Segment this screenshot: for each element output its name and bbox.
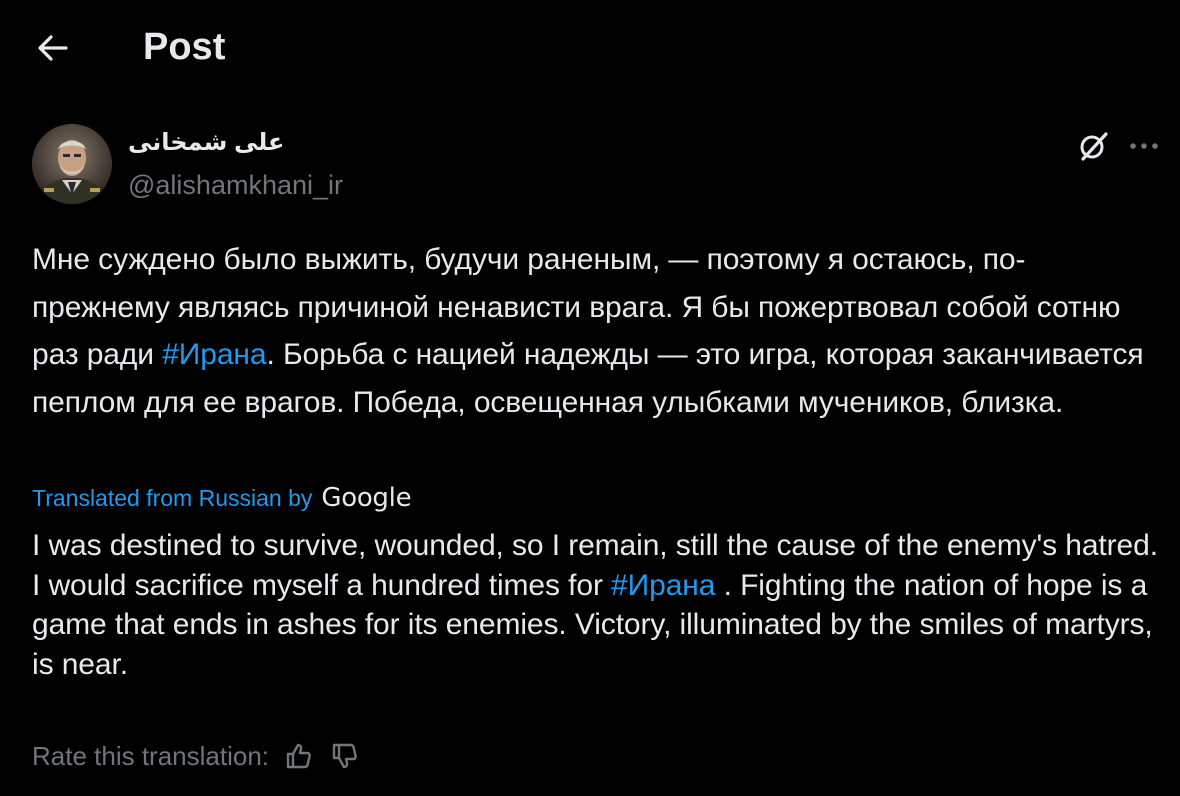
post-text-translated: I was destined to survive, wounded, so I… xyxy=(32,526,1162,684)
more-button[interactable] xyxy=(1122,124,1166,168)
grok-icon xyxy=(1080,132,1108,161)
header: Post xyxy=(0,0,1180,96)
arrow-left-icon xyxy=(38,35,68,61)
post-author: علی شمخانی @alishamkhani_ir xyxy=(32,124,1162,208)
post-page: Post علی شمخانی @alishamkhani_ir Мне суж… xyxy=(0,0,1180,796)
thumbs-up-button[interactable] xyxy=(281,739,315,773)
rate-translation: Rate this translation: xyxy=(32,736,361,776)
rate-translation-label: Rate this translation: xyxy=(32,740,270,771)
google-logo: Google xyxy=(321,483,412,513)
hashtag-link[interactable]: #Ирана xyxy=(162,338,266,371)
grok-button[interactable] xyxy=(1074,124,1114,168)
more-horizontal-icon xyxy=(1130,143,1158,149)
avatar-image xyxy=(32,124,112,204)
user-handle[interactable]: @alishamkhani_ir xyxy=(128,168,343,202)
thumbs-down-icon xyxy=(332,743,357,769)
page-title: Post xyxy=(143,26,226,68)
avatar[interactable] xyxy=(32,124,112,204)
display-name[interactable]: علی شمخانی xyxy=(128,128,284,158)
translated-from-label[interactable]: Translated from Russian by xyxy=(32,485,312,512)
translation-attribution: Translated from Russian by Google xyxy=(32,481,412,515)
back-button[interactable] xyxy=(32,28,72,68)
thumbs-down-button[interactable] xyxy=(327,739,361,773)
thumbs-up-icon xyxy=(286,743,311,769)
post-text-original: Мне суждено было выжить, будучи раненым,… xyxy=(32,236,1157,426)
hashtag-link[interactable]: #Ирана xyxy=(611,569,715,602)
